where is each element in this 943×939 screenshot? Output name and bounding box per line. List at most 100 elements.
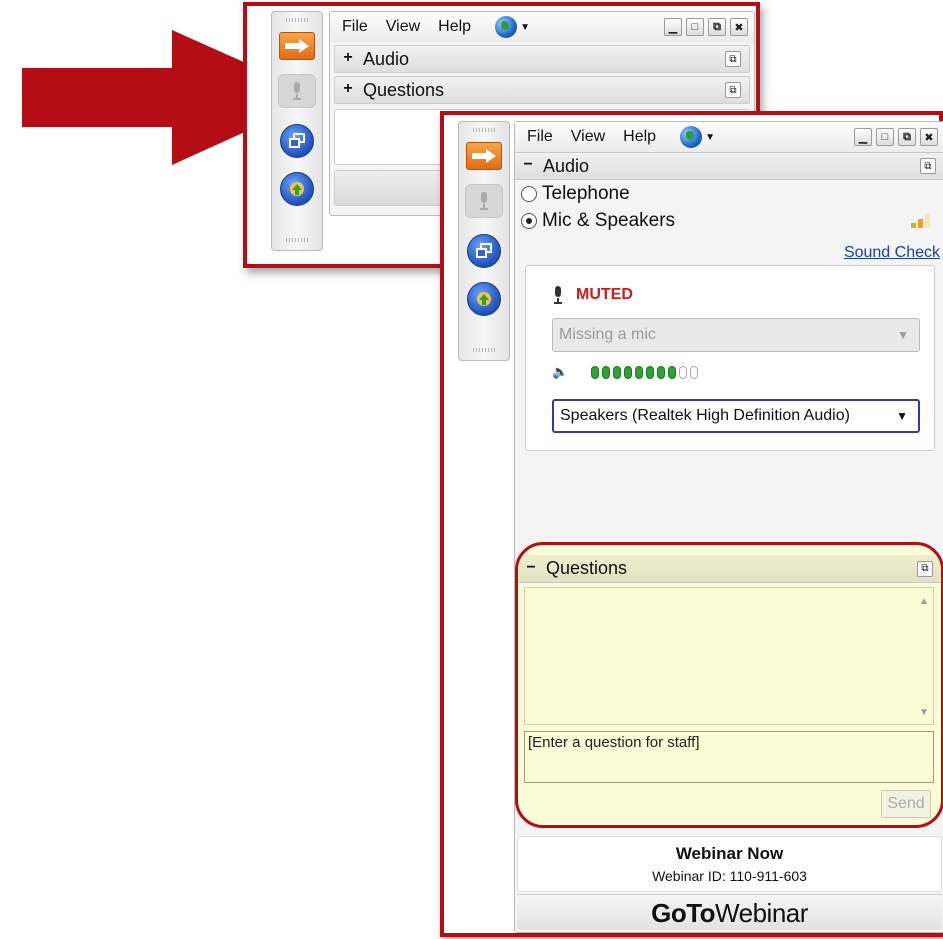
mic-speakers-option[interactable]: Mic & Speakers: [515, 207, 943, 234]
logo-webinar: Webinar: [715, 898, 808, 928]
speaker-select[interactable]: Speakers (Realtek High Definition Audio)…: [552, 399, 920, 433]
expanded-panel-highlight: File View Help ▼ ▁ □ ⧉ ✖ − Audio ⧉ Telep…: [440, 111, 943, 937]
telephone-option[interactable]: Telephone: [515, 180, 943, 207]
level-dot: [690, 365, 699, 379]
popout-icon[interactable]: ⧉: [917, 560, 933, 577]
webinar-id: Webinar ID: 110-911-603: [652, 868, 807, 884]
mic-button[interactable]: [278, 74, 316, 108]
section-title: Questions: [363, 79, 445, 100]
radio-button[interactable]: [521, 185, 537, 202]
gotowebinar-logo: GoToWebinar: [517, 894, 942, 930]
maximize-button[interactable]: □: [686, 18, 704, 36]
questions-section-header[interactable]: − Questions ⧉: [518, 555, 941, 583]
raise-hand-button[interactable]: [280, 172, 314, 206]
popout-icon[interactable]: ⧉: [725, 82, 741, 98]
questions-log[interactable]: ▲ ▼: [524, 587, 934, 725]
menu-file[interactable]: File: [342, 18, 368, 36]
maximize-button[interactable]: □: [876, 128, 894, 146]
menu-file[interactable]: File: [527, 128, 553, 146]
main-panel: File View Help ▼ ▁ □ ⧉ ✖ − Audio ⧉ Telep…: [514, 121, 943, 933]
menu-help[interactable]: Help: [623, 128, 656, 146]
microphone-icon: [554, 286, 562, 304]
sidebar-toolbar: [458, 121, 510, 361]
menu-help[interactable]: Help: [438, 18, 471, 36]
minimize-button[interactable]: ▁: [854, 128, 872, 146]
scroll-down-icon[interactable]: ▼: [919, 707, 929, 718]
level-dot: [646, 365, 655, 379]
section-title: Questions: [546, 558, 628, 578]
audio-section-header[interactable]: − Audio ⧉: [515, 152, 943, 180]
level-dot: [657, 365, 666, 379]
logo-goto: GoTo: [651, 898, 716, 928]
chevron-down-icon: ▼: [897, 328, 909, 342]
chevron-down-icon[interactable]: ▼: [896, 409, 908, 423]
mic-status: MUTED: [552, 286, 633, 304]
questions-section-header[interactable]: + Questions ⧉: [334, 76, 750, 104]
level-dot: [602, 365, 611, 379]
sound-check-link[interactable]: Sound Check: [844, 244, 940, 262]
webinar-info: Webinar Now Webinar ID: 110-911-603: [517, 836, 942, 892]
menu-view[interactable]: View: [571, 128, 605, 146]
arrow-right-icon: [285, 39, 309, 53]
collapse-panel-button[interactable]: [466, 142, 502, 170]
restore-button[interactable]: ⧉: [708, 18, 726, 36]
select-value: Speakers (Realtek High Definition Audio): [560, 407, 850, 424]
grip-handle[interactable]: [286, 18, 308, 22]
window-controls: ▁ □ ⧉ ✖: [664, 18, 748, 36]
raise-hand-icon: [477, 292, 491, 306]
level-dot: [591, 365, 600, 379]
audio-section-header[interactable]: + Audio ⧉: [334, 45, 750, 73]
globe-icon[interactable]: [495, 16, 518, 38]
globe-icon[interactable]: [680, 126, 703, 148]
speaker-icon: 🔈: [552, 364, 569, 379]
level-dot: [679, 365, 688, 379]
close-button[interactable]: ✖: [920, 128, 938, 146]
expand-icon[interactable]: +: [341, 81, 355, 97]
chevron-down-icon[interactable]: ▼: [520, 22, 530, 33]
muted-label: MUTED: [576, 286, 633, 303]
grip-handle[interactable]: [473, 128, 495, 132]
mic-button[interactable]: [465, 184, 503, 218]
signal-strength-icon: [911, 213, 930, 228]
option-label: Mic & Speakers: [542, 209, 676, 231]
window-controls: ▁ □ ⧉ ✖: [854, 128, 938, 146]
level-dot: [668, 365, 677, 379]
show-window-button[interactable]: [280, 124, 314, 158]
collapse-icon[interactable]: −: [524, 559, 538, 576]
sidebar-toolbar: [271, 11, 323, 251]
windows-icon: [476, 243, 492, 258]
speaker-level: 🔈: [552, 364, 699, 380]
level-dot: [613, 365, 622, 379]
popout-icon[interactable]: ⧉: [725, 51, 741, 67]
popout-icon[interactable]: ⧉: [920, 158, 936, 174]
restore-button[interactable]: ⧉: [898, 128, 916, 146]
level-dot: [624, 365, 633, 379]
show-window-button[interactable]: [467, 234, 501, 268]
mic-select: Missing a mic ▼: [552, 318, 920, 352]
microphone-icon: [480, 192, 488, 210]
collapse-panel-button[interactable]: [279, 32, 315, 60]
raise-hand-button[interactable]: [467, 282, 501, 316]
grip-handle[interactable]: [286, 238, 308, 242]
scroll-up-icon[interactable]: ▲: [919, 596, 929, 607]
section-title: Audio: [363, 48, 410, 69]
menu-view[interactable]: View: [386, 18, 420, 36]
close-button[interactable]: ✖: [730, 18, 748, 36]
select-value: Missing a mic: [559, 326, 656, 343]
send-button[interactable]: Send: [881, 790, 931, 818]
arrow-right-icon: [472, 149, 496, 163]
option-label: Telephone: [542, 182, 630, 204]
question-input[interactable]: [Enter a question for staff]: [524, 731, 934, 783]
radio-button-selected[interactable]: [521, 212, 537, 229]
expand-icon[interactable]: +: [341, 50, 355, 66]
webinar-title: Webinar Now: [675, 844, 784, 863]
level-dot: [635, 365, 644, 379]
chevron-down-icon[interactable]: ▼: [705, 132, 715, 143]
menu-bar: File View Help ▼ ▁ □ ⧉ ✖: [330, 12, 754, 42]
raise-hand-icon: [290, 182, 304, 196]
minimize-button[interactable]: ▁: [664, 18, 682, 36]
menu-bar: File View Help ▼ ▁ □ ⧉ ✖: [515, 122, 943, 152]
collapse-icon[interactable]: −: [521, 157, 535, 173]
grip-handle[interactable]: [473, 348, 495, 352]
expanded-control-panel: File View Help ▼ ▁ □ ⧉ ✖ − Audio ⧉ Telep…: [458, 117, 943, 933]
